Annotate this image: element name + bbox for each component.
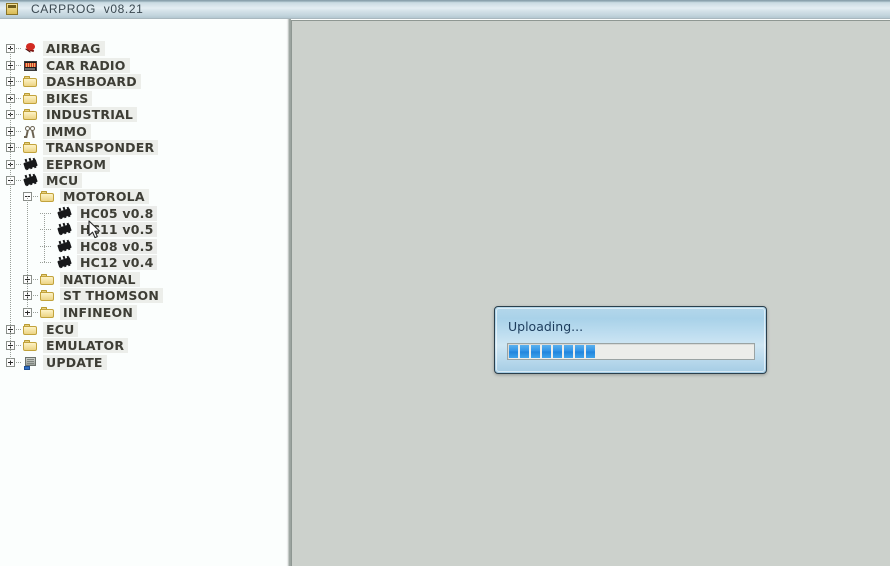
- tree-item-label: MOTOROLA: [60, 189, 149, 204]
- window-titlebar[interactable]: CARPROG v08.21: [0, 0, 890, 19]
- radio-icon: [23, 59, 39, 73]
- tree-item-label: INFINEON: [60, 305, 137, 320]
- folder-icon: [23, 75, 39, 89]
- tree-item-infineon[interactable]: INFINEON: [0, 304, 137, 321]
- airbag-icon: [23, 42, 39, 56]
- tree-item-hc08-v0-5[interactable]: HC08 v0.5: [0, 238, 158, 255]
- dialog-status-label: Uploading...: [508, 319, 584, 334]
- chip-icon: [57, 222, 73, 237]
- progress-segment: [531, 345, 540, 358]
- folder-icon: [23, 141, 39, 155]
- progress-segment: [542, 345, 551, 358]
- tree-trunk-line: [10, 48, 11, 362]
- tree-connector-line: [33, 295, 39, 296]
- tree-item-hc05-v0-8[interactable]: HC05 v0.8: [0, 205, 158, 222]
- folder-icon: [23, 339, 39, 353]
- tree-item-label: INDUSTRIAL: [43, 107, 138, 122]
- tree-connector-line: [40, 229, 52, 230]
- tree-connector-line: [16, 362, 22, 363]
- tree-item-label: UPDATE: [43, 355, 107, 370]
- folder-icon: [23, 92, 39, 106]
- progress-segment: [586, 345, 595, 358]
- tree-connector-line: [33, 279, 39, 280]
- progress-segment: [509, 345, 518, 358]
- tree-item-label: BIKES: [43, 91, 93, 106]
- folder-icon: [40, 273, 56, 287]
- window-title: CARPROG v08.21: [31, 2, 144, 16]
- progress-segment: [553, 345, 562, 358]
- tree-connector-line: [16, 65, 22, 66]
- tree-connector-line: [33, 312, 39, 313]
- tree-item-label: MCU: [43, 173, 83, 188]
- tree-item-label: ST THOMSON: [60, 288, 164, 303]
- tree-item-national[interactable]: NATIONAL: [0, 271, 140, 288]
- tree-item-label: DASHBOARD: [43, 74, 141, 89]
- tree-item-label: AIRBAG: [43, 41, 105, 56]
- tree-item-label: HC11 v0.5: [77, 222, 158, 237]
- progress-segment: [520, 345, 529, 358]
- tree-connector-line: [16, 81, 22, 82]
- tree-item-label: TRANSPONDER: [43, 140, 159, 155]
- tree-connector-line: [33, 196, 39, 197]
- tree-connector-line: [16, 164, 22, 165]
- chip-icon: [57, 239, 73, 254]
- tree-item-hc11-v0-5[interactable]: HC11 v0.5: [0, 221, 158, 238]
- tree-item-transponder[interactable]: TRANSPONDER: [0, 139, 159, 156]
- tree-item-hc12-v0-4[interactable]: HC12 v0.4: [0, 254, 158, 271]
- folder-icon: [40, 289, 56, 303]
- update-icon: [23, 356, 39, 370]
- tree-item-label: HC08 v0.5: [77, 239, 158, 254]
- tree-connector-line: [16, 147, 22, 148]
- tree-trunk-line: [44, 213, 45, 262]
- dialog-inner-bevel: [496, 308, 765, 372]
- tree-connector-line: [16, 48, 22, 49]
- folder-icon: [40, 190, 56, 204]
- progress-segment: [575, 345, 584, 358]
- uploading-dialog: Uploading...: [494, 306, 767, 374]
- folder-icon: [23, 108, 39, 122]
- tree-connector-line: [16, 114, 22, 115]
- tree-item-label: ECU: [43, 322, 79, 337]
- folder-icon: [23, 323, 39, 337]
- chip-icon: [57, 255, 73, 270]
- keys-icon: [23, 125, 39, 139]
- carprog-application-window: CARPROG v08.21 AIRBAG CAR RADIO DASHBOARD B…: [0, 0, 890, 566]
- tree-item-label: EMULATOR: [43, 338, 129, 353]
- tree-connector-line: [16, 131, 22, 132]
- tree-item-label: CAR RADIO: [43, 58, 130, 73]
- tree-connector-line: [16, 345, 22, 346]
- tree-trunk-line: [27, 196, 28, 312]
- chip-icon: [57, 206, 73, 221]
- tree-item-label: HC05 v0.8: [77, 206, 158, 221]
- tree-item-label: HC12 v0.4: [77, 255, 158, 270]
- tree-item-label: EEPROM: [43, 157, 111, 172]
- tree-connector-line: [16, 98, 22, 99]
- tree-connector-line: [40, 246, 52, 247]
- tree-item-label: NATIONAL: [60, 272, 140, 287]
- progress-segment: [564, 345, 573, 358]
- main-work-area: [291, 20, 890, 566]
- carprog-app-icon: [5, 2, 19, 16]
- tree-connector-line: [40, 213, 52, 214]
- tree-connector-line: [40, 262, 52, 263]
- tree-connector-line: [16, 329, 22, 330]
- chip-icon: [23, 173, 39, 188]
- folder-icon: [40, 306, 56, 320]
- chip-icon: [23, 157, 39, 172]
- upload-progress-bar: [507, 343, 755, 360]
- device-tree-panel[interactable]: AIRBAG CAR RADIO DASHBOARD BIKES INDUSTRIAL I…: [0, 19, 286, 566]
- tree-item-label: IMMO: [43, 124, 91, 139]
- tree-connector-line: [16, 180, 22, 181]
